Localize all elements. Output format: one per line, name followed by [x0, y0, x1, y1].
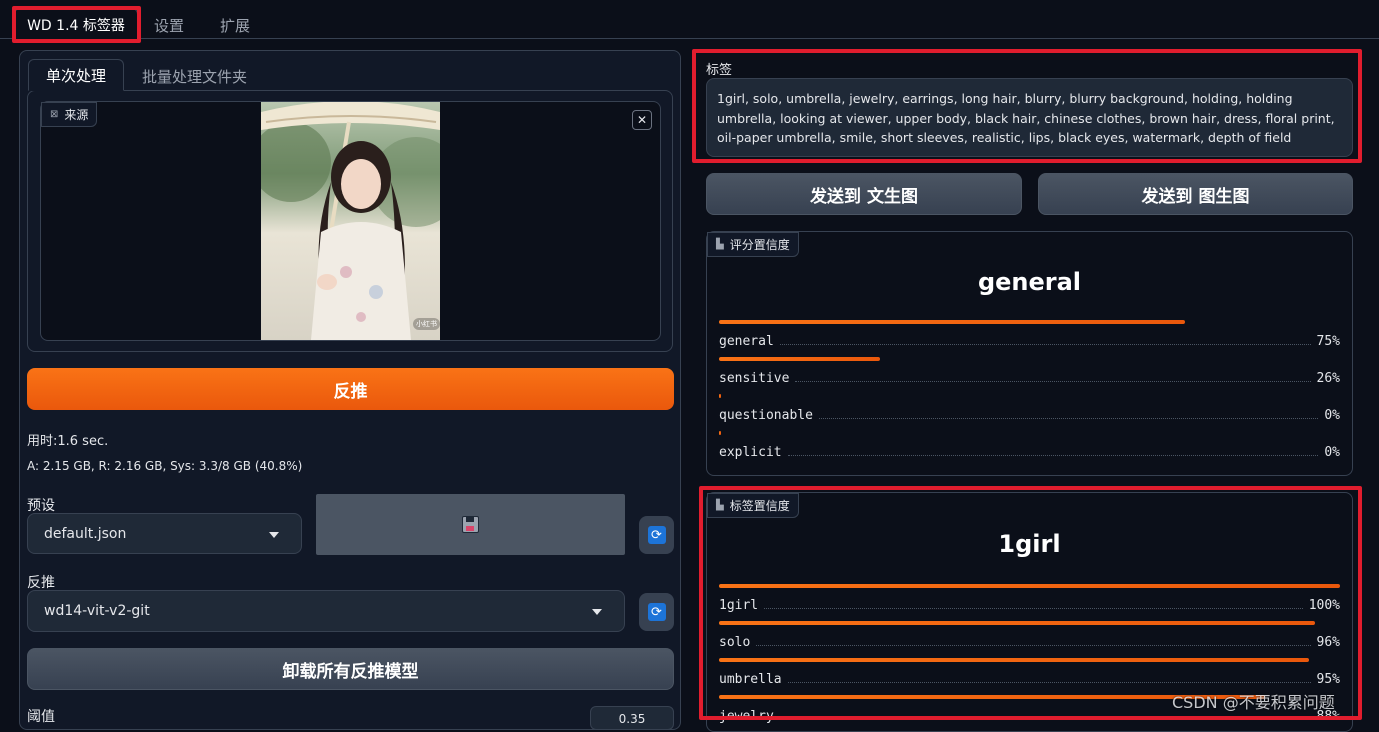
rating-leader-dots — [795, 381, 1311, 382]
subtab-single[interactable]: 单次处理 — [28, 59, 124, 91]
rating-row: sensitive 26% — [719, 371, 1340, 386]
time-text: 用时:1.6 sec. — [27, 434, 109, 449]
rating-bar — [719, 431, 721, 435]
tabbar-divider — [0, 38, 1379, 39]
tag-conf-item: umbrella 95% — [719, 658, 1340, 687]
send-to-img2img-button[interactable]: 发送到 图生图 — [1038, 173, 1353, 215]
tag-conf-item: solo 96% — [719, 621, 1340, 650]
memory-text: A: 2.15 GB, R: 2.16 GB, Sys: 3.3/8 GB (4… — [27, 459, 303, 473]
tag-conf-percent: 96% — [1316, 635, 1340, 650]
refresh-icon: ⟳ — [647, 603, 666, 621]
save-preset-button[interactable] — [316, 494, 625, 555]
tag-conf-name: 1girl — [719, 598, 759, 613]
image-icon: ⊠ — [50, 109, 59, 120]
rating-badge-label: 评分置信度 — [729, 238, 790, 252]
tag-conf-bar — [719, 584, 1340, 588]
floppy-disk-icon — [462, 516, 479, 533]
source-photo: 小红书 — [261, 102, 440, 340]
rating-bar — [719, 394, 721, 398]
tag-conf-bar — [719, 658, 1309, 662]
tag-conf-item: 1girl 100% — [719, 584, 1340, 613]
photo-illustration — [261, 102, 440, 340]
rating-bar — [719, 357, 881, 361]
tag-top-label: 1girl — [998, 530, 1061, 558]
tag-conf-name: jewelry — [719, 709, 774, 724]
send-to-txt2img-button[interactable]: 发送到 文生图 — [706, 173, 1022, 215]
tab-settings[interactable]: 设置 — [154, 15, 184, 36]
preset-label: 预设 — [27, 498, 55, 514]
rating-name: explicit — [719, 445, 782, 460]
model-select[interactable]: wd14-vit-v2-git — [27, 590, 625, 632]
preset-value: default.json — [44, 525, 127, 542]
tag-conf-row: 1girl 100% — [719, 598, 1340, 613]
rating-row: general 75% — [719, 334, 1340, 349]
tag-conf-leader-dots — [764, 608, 1303, 609]
tag-badge-label: 标签置信度 — [729, 499, 790, 513]
tab-extensions[interactable]: 扩展 — [220, 15, 250, 36]
threshold-label: 阈值 — [27, 709, 55, 725]
tag-conf-name: umbrella — [719, 672, 782, 687]
rating-item: general 75% — [719, 320, 1340, 349]
chevron-down-icon — [592, 609, 602, 615]
rating-row: explicit 0% — [719, 445, 1340, 460]
rating-name: questionable — [719, 408, 813, 423]
rating-badge: ▙ 评分置信度 — [707, 232, 799, 257]
tab-wd14-tagger[interactable]: WD 1.4 标签器 — [14, 8, 138, 40]
preset-refresh-button[interactable]: ⟳ — [639, 516, 674, 554]
tags-output[interactable]: 1girl, solo, umbrella, jewelry, earrings… — [706, 78, 1353, 157]
tag-conf-leader-dots — [756, 645, 1311, 646]
rating-row: questionable 0% — [719, 408, 1340, 423]
csdn-watermark: CSDN @不要积累问题 — [1172, 693, 1335, 712]
refresh-icon: ⟳ — [647, 526, 666, 544]
rating-item: explicit 0% — [719, 431, 1340, 460]
photo-watermark: 小红书 — [413, 318, 440, 330]
bar-chart-icon: ▙ — [716, 239, 724, 250]
rating-percent: 75% — [1316, 334, 1340, 349]
tag-badge: ▙ 标签置信度 — [707, 493, 799, 518]
model-value: wd14-vit-v2-git — [44, 603, 150, 619]
tag-conf-row: solo 96% — [719, 635, 1340, 650]
rating-top-label: general — [977, 268, 1082, 296]
tags-label: 标签 — [706, 63, 733, 78]
rating-percent: 0% — [1324, 445, 1340, 460]
tag-conf-name: solo — [719, 635, 751, 650]
model-refresh-button[interactable]: ⟳ — [639, 593, 674, 631]
chevron-down-icon — [269, 531, 279, 538]
tag-conf-row: umbrella 95% — [719, 672, 1340, 687]
tag-conf-percent: 100% — [1308, 598, 1340, 613]
subtab-batch[interactable]: 批量处理文件夹 — [142, 66, 247, 87]
source-badge-label: 来源 — [64, 108, 89, 122]
rating-leader-dots — [818, 418, 1319, 419]
interrogate-button[interactable]: 反推 — [27, 368, 674, 410]
threshold-input[interactable]: 0.35 — [590, 706, 674, 730]
rating-bar — [719, 320, 1185, 324]
bar-chart-icon: ▙ — [716, 500, 724, 511]
preset-select[interactable]: default.json — [27, 513, 302, 554]
close-icon[interactable]: ✕ — [632, 110, 652, 130]
rating-leader-dots — [779, 344, 1311, 345]
unload-models-button[interactable]: 卸载所有反推模型 — [27, 648, 674, 690]
rating-percent: 0% — [1324, 408, 1340, 423]
tag-conf-percent: 95% — [1316, 672, 1340, 687]
rating-leader-dots — [787, 455, 1319, 456]
model-label: 反推 — [27, 575, 55, 591]
rating-name: sensitive — [719, 371, 790, 386]
rating-item: questionable 0% — [719, 394, 1340, 423]
tag-conf-leader-dots — [787, 682, 1311, 683]
source-badge: ⊠ 来源 — [41, 102, 98, 127]
rating-percent: 26% — [1316, 371, 1340, 386]
tag-conf-bar — [719, 621, 1316, 625]
rating-name: general — [719, 334, 774, 349]
rating-item: sensitive 26% — [719, 357, 1340, 386]
